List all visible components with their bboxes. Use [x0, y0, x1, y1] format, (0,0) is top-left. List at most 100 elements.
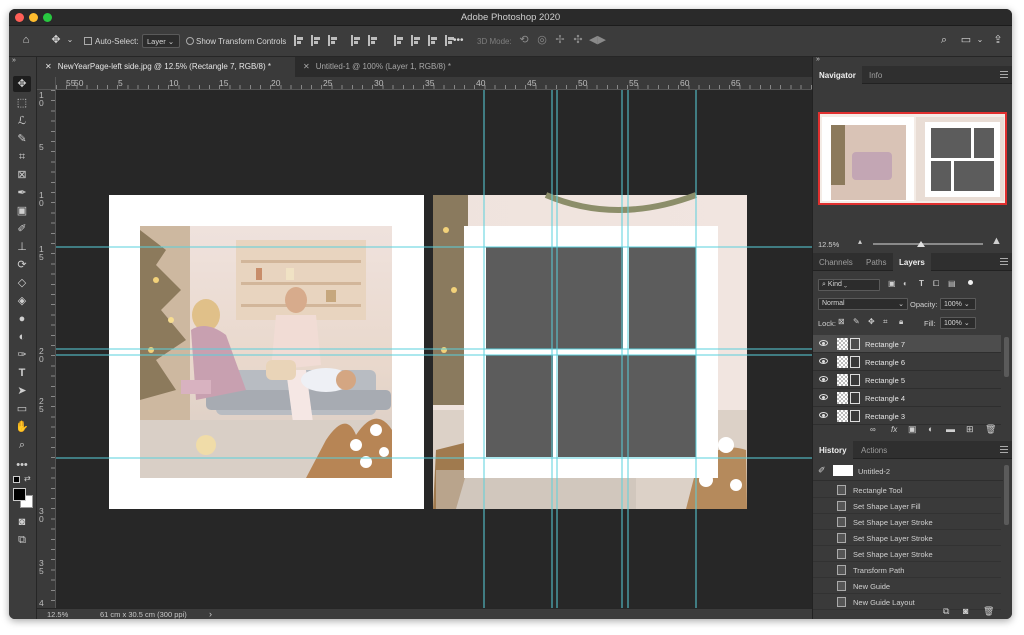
- more-options-button[interactable]: •••: [453, 35, 464, 46]
- zoom-in-mountain-icon[interactable]: ▲: [991, 235, 1002, 247]
- lock-position-icon[interactable]: ✥: [868, 317, 875, 326]
- distribute-top-icon[interactable]: [394, 35, 404, 46]
- tab-navigator[interactable]: Navigator: [813, 66, 862, 84]
- lock-artboard-icon[interactable]: ⌗: [883, 317, 888, 327]
- dodge-tool-icon[interactable]: ◐: [13, 329, 31, 345]
- new-document-from-state-icon[interactable]: ⧉: [943, 606, 949, 617]
- auto-select-dropdown[interactable]: Layer ⌄: [142, 34, 180, 48]
- add-layer-style-icon[interactable]: fx: [891, 425, 897, 434]
- eyedropper-tool-icon[interactable]: ✒: [13, 185, 31, 201]
- lock-transparent-icon[interactable]: ⊠: [838, 317, 845, 326]
- pen-tool-icon[interactable]: ✑: [13, 347, 31, 363]
- tab-channels[interactable]: Channels: [813, 253, 859, 271]
- collapse-toolbox-icon[interactable]: »: [12, 57, 16, 64]
- workspace-chevron-icon[interactable]: ⌄: [973, 33, 987, 47]
- panel-menu-icon[interactable]: [1000, 71, 1008, 78]
- marquee-tool-icon[interactable]: ⬚: [13, 95, 31, 111]
- lasso-tool-icon[interactable]: ℒ: [13, 113, 31, 129]
- eye-icon[interactable]: [819, 340, 828, 346]
- navigator-preview[interactable]: [818, 112, 1007, 205]
- swap-colors-icon[interactable]: ⇄: [24, 474, 31, 483]
- adjustment-layer-icon[interactable]: ◐: [928, 424, 933, 434]
- move-tool-icon[interactable]: ✥: [13, 76, 31, 92]
- align-right-edges-icon[interactable]: [328, 35, 338, 46]
- layer-kind-filter[interactable]: ⌕ Kind ⌄: [818, 279, 880, 291]
- navigator-zoom-value[interactable]: 12.5%: [818, 240, 839, 249]
- scale-3d-icon[interactable]: ◀▶: [589, 33, 606, 47]
- zoom-tool-icon[interactable]: ⌕: [13, 437, 31, 453]
- new-layer-icon[interactable]: ⊞: [966, 424, 974, 435]
- history-brush-source-icon[interactable]: ✐: [818, 465, 826, 476]
- search-icon[interactable]: ⌕: [937, 33, 951, 47]
- close-tab-icon[interactable]: ✕: [303, 62, 310, 71]
- workspace-icon[interactable]: ▭: [959, 33, 973, 47]
- rectangle-tool-icon[interactable]: ▭: [13, 401, 31, 417]
- foreground-color-swatch[interactable]: [13, 488, 26, 501]
- drag-3d-icon[interactable]: ✢: [553, 33, 567, 47]
- brush-tool-icon[interactable]: ✐: [13, 221, 31, 237]
- slide-3d-icon[interactable]: ✣: [571, 33, 585, 47]
- frame-tool-icon[interactable]: ⊠: [13, 167, 31, 183]
- tab-actions[interactable]: Actions: [855, 441, 893, 459]
- chevron-down-icon[interactable]: ⌄: [63, 33, 77, 47]
- tab-history[interactable]: History: [813, 441, 853, 459]
- delete-state-icon[interactable]: 🗑︎: [983, 606, 994, 617]
- blur-tool-icon[interactable]: ●: [13, 311, 31, 327]
- screen-mode-icon[interactable]: ⧉: [13, 532, 31, 548]
- paint-bucket-tool-icon[interactable]: ◈: [13, 293, 31, 309]
- lock-all-icon[interactable]: 🔒︎: [899, 317, 903, 327]
- crop-tool-icon[interactable]: ⌗: [13, 149, 31, 165]
- stamp-tool-icon[interactable]: ⊥: [13, 239, 31, 255]
- eye-icon[interactable]: [819, 412, 828, 418]
- close-tab-icon[interactable]: ✕: [45, 62, 52, 71]
- panel-menu-icon[interactable]: [1000, 446, 1008, 453]
- history-state[interactable]: Set Shape Layer Stroke: [813, 530, 1001, 546]
- distribute-bottom-icon[interactable]: [428, 35, 438, 46]
- layers-scrollbar[interactable]: [1004, 337, 1009, 377]
- new-group-icon[interactable]: ▬: [946, 424, 955, 434]
- tab-untitled-1[interactable]: ✕ Untitled-1 @ 100% (Layer 1, RGB/8) *: [295, 57, 480, 77]
- hand-tool-icon[interactable]: ✋: [13, 419, 31, 435]
- quick-selection-tool-icon[interactable]: ✎: [13, 131, 31, 147]
- link-layers-icon[interactable]: ∞: [870, 425, 876, 434]
- path-selection-tool-icon[interactable]: ➤: [13, 383, 31, 399]
- navigator-zoom-slider[interactable]: [873, 243, 983, 245]
- history-snapshot-row[interactable]: ✐ Untitled-2: [813, 461, 1003, 481]
- align-horizontal-centers-icon[interactable]: [311, 35, 321, 46]
- panel-menu-icon[interactable]: [1000, 258, 1008, 265]
- collapse-panels-icon[interactable]: »: [816, 56, 820, 63]
- new-snapshot-icon[interactable]: ◙: [963, 606, 968, 616]
- lock-image-icon[interactable]: ✎: [853, 317, 860, 326]
- eye-icon[interactable]: [819, 376, 828, 382]
- document-canvas[interactable]: [56, 90, 812, 610]
- add-mask-icon[interactable]: ▣: [908, 424, 917, 435]
- history-state[interactable]: Rectangle Tool: [813, 482, 1001, 498]
- history-state[interactable]: Set Shape Layer Fill: [813, 498, 1001, 514]
- align-left-edges-icon[interactable]: [294, 35, 304, 46]
- zoom-out-mountain-icon[interactable]: ▴: [858, 237, 862, 246]
- tab-paths[interactable]: Paths: [860, 253, 892, 271]
- eye-icon[interactable]: [819, 394, 828, 400]
- history-scrollbar[interactable]: [1004, 465, 1009, 525]
- move-tool-preset-icon[interactable]: ✥: [49, 33, 63, 47]
- zoom-slider-thumb[interactable]: [917, 241, 925, 247]
- layer-row[interactable]: Rectangle 4: [813, 389, 1001, 407]
- healing-brush-tool-icon[interactable]: ▣: [13, 203, 31, 219]
- quick-mask-icon[interactable]: ◙: [13, 514, 31, 530]
- zoom-level[interactable]: 12.5%: [47, 610, 68, 619]
- vertical-ruler[interactable]: 1 0 5 1 0 1 5 2 0 2 5 3 0 3 5 4: [37, 90, 56, 610]
- fill-input[interactable]: 100% ⌄: [940, 317, 976, 329]
- filter-toggle[interactable]: [968, 280, 973, 285]
- home-icon[interactable]: ⌂: [19, 33, 33, 47]
- blend-mode-dropdown[interactable]: Normal ⌄: [818, 298, 908, 310]
- share-icon[interactable]: ⇪: [991, 33, 1005, 47]
- opacity-input[interactable]: 100% ⌄: [940, 298, 976, 310]
- roll-3d-icon[interactable]: ◎: [535, 33, 549, 47]
- align-top-edges-icon[interactable]: [351, 35, 361, 46]
- filter-type-icon[interactable]: T: [919, 279, 924, 288]
- status-menu-arrow[interactable]: ›: [209, 609, 212, 619]
- eye-icon[interactable]: [819, 358, 828, 364]
- filter-adjustment-icon[interactable]: ◐: [903, 279, 908, 288]
- horizontal-ruler[interactable]: 55 50 5 10 15 20 25 30 35 40 45 50 55 60…: [56, 77, 812, 90]
- type-tool-icon[interactable]: T: [13, 365, 31, 381]
